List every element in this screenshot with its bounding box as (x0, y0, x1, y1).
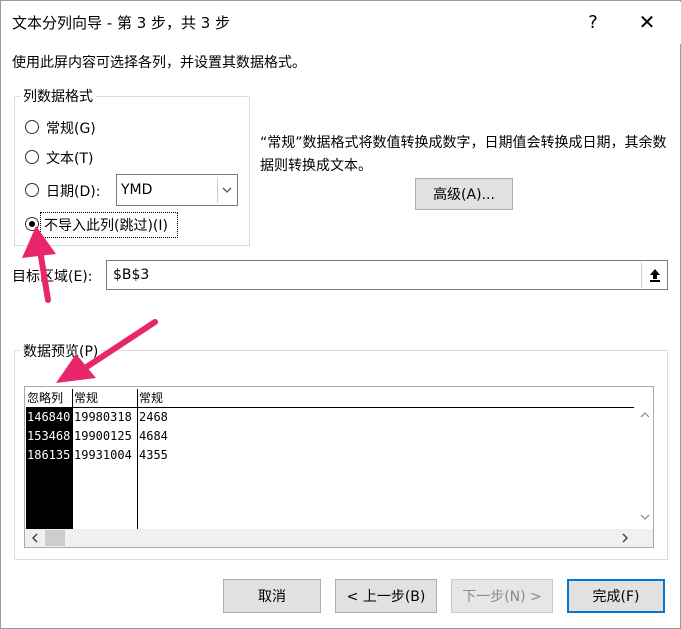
radio-date-label[interactable]: 日期(D): (46, 181, 100, 201)
preview-cell: 153468 (27, 429, 71, 443)
preview-header: 忽略列 (26, 389, 72, 408)
back-button[interactable]: < 上一步(B) (335, 579, 437, 613)
finish-button[interactable]: 完成(F) (567, 579, 665, 613)
preview-column-skipped[interactable]: 忽略列 146840 153468 186135 (26, 389, 73, 529)
date-format-select[interactable]: YMD (116, 174, 238, 206)
preview-column-2[interactable]: 常规 19980318 19900125 19931004 (73, 389, 138, 529)
horizontal-scrollbar[interactable] (25, 529, 653, 547)
scroll-down-icon[interactable] (637, 509, 653, 525)
preview-cell: 19900125 (74, 429, 132, 443)
wizard-description: 使用此屏内容可选择各列，并设置其数据格式。 (12, 55, 306, 71)
vertical-scrollbar[interactable] (637, 387, 653, 529)
radio-general[interactable] (25, 120, 39, 134)
window-title: 文本分列向导 - 第 3 步，共 3 步 (12, 14, 231, 32)
next-button[interactable]: 下一步(N) > (451, 579, 553, 613)
preview-cell: 146840 (27, 410, 71, 424)
column-format-label: 列数据格式 (20, 86, 96, 106)
preview-cell: 4684 (139, 429, 168, 443)
radio-general-label[interactable]: 常规(G) (46, 118, 96, 138)
close-button[interactable]: ✕ (630, 8, 664, 36)
target-input[interactable]: $B$3 (106, 260, 668, 290)
format-info-text: “常规”数据格式将数值转换成数字，日期值会转换成日期，其余数据则转换成文本。 (260, 135, 667, 174)
radio-skip-column[interactable] (25, 217, 39, 231)
radio-text-label[interactable]: 文本(T) (46, 148, 93, 168)
preview-grid: 忽略列 146840 153468 186135 常规 19980318 199… (26, 389, 634, 529)
data-preview-label: 数据预览(P) (20, 341, 102, 361)
preview-cell: 19931004 (74, 448, 132, 462)
scroll-right-icon[interactable] (617, 530, 633, 546)
radio-skip-column-label[interactable]: 不导入此列(跳过)(I) (44, 215, 168, 235)
preview-cell: 19980318 (74, 410, 132, 424)
preview-cell: 2468 (139, 410, 168, 424)
scroll-up-icon[interactable] (637, 407, 653, 423)
chevron-down-icon[interactable] (217, 177, 236, 203)
data-preview-area[interactable]: 忽略列 146840 153468 186135 常规 19980318 199… (24, 386, 654, 548)
cancel-button[interactable]: 取消 (223, 579, 321, 613)
target-label: 目标区域(E): (12, 269, 93, 285)
horizontal-scroll-thumb[interactable] (45, 530, 65, 546)
date-format-value: YMD (121, 182, 153, 198)
scroll-left-icon[interactable] (27, 530, 43, 546)
preview-column-3[interactable]: 常规 2468 4684 4355 (138, 389, 634, 529)
preview-header: 常规 (138, 389, 634, 408)
help-button[interactable]: ? (578, 8, 608, 36)
preview-header: 常规 (73, 389, 137, 408)
preview-cell: 186135 (27, 448, 71, 462)
collapse-dialog-icon[interactable] (641, 262, 668, 288)
radio-date[interactable] (25, 183, 39, 197)
target-value: $B$3 (113, 267, 150, 283)
preview-cell: 4355 (139, 448, 168, 462)
advanced-button[interactable]: 高级(A)... (415, 178, 513, 210)
radio-text[interactable] (25, 150, 39, 164)
